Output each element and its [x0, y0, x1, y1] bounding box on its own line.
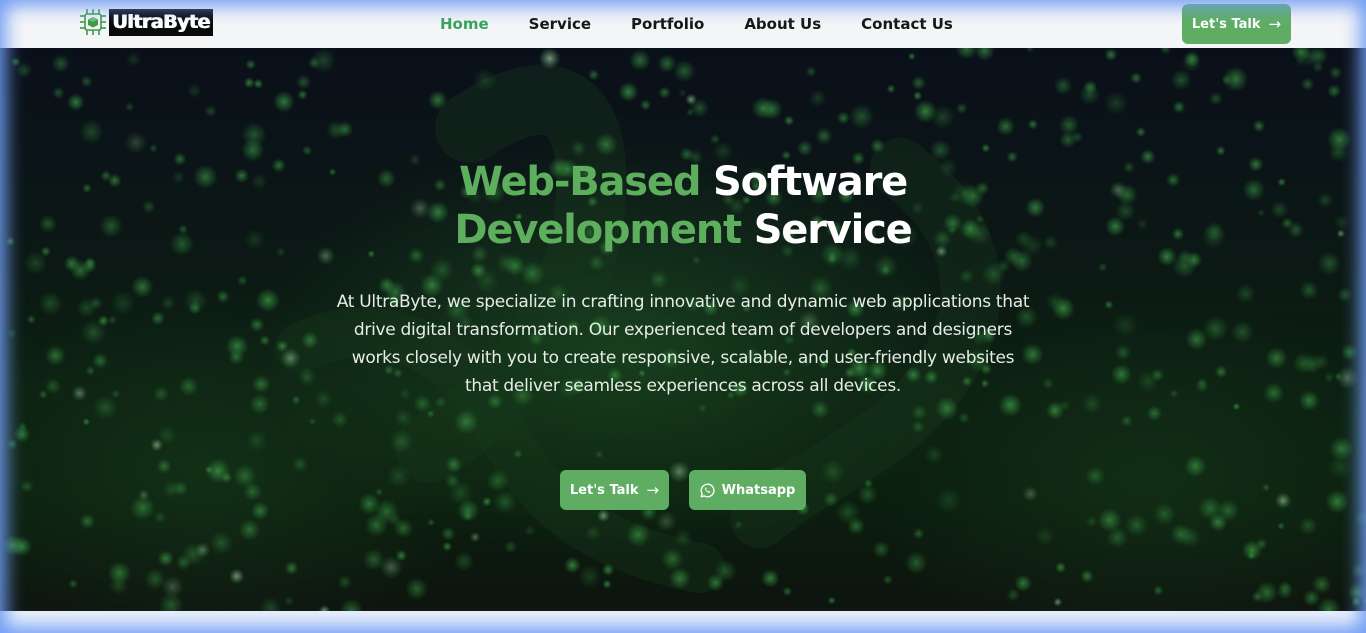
- arrow-right-icon: →: [1268, 15, 1282, 33]
- nav-contact-us[interactable]: Contact Us: [861, 15, 953, 33]
- hero-title-rest-2: Service: [753, 207, 913, 253]
- brand-name: UltraByte: [109, 8, 213, 36]
- hero-title-rest-1: Software: [713, 159, 908, 205]
- whatsapp-button-label: Whatsapp: [721, 482, 796, 498]
- lets-talk-button-nav[interactable]: Let's Talk →: [1182, 4, 1291, 44]
- hero-title-accent-2: Development: [454, 207, 742, 253]
- arrow-right-icon: →: [646, 481, 660, 499]
- below-fold-strip: [0, 611, 1366, 633]
- whatsapp-button[interactable]: Whatsapp: [689, 470, 806, 510]
- whatsapp-icon: [700, 483, 715, 497]
- lets-talk-button-hero[interactable]: Let's Talk →: [560, 470, 669, 510]
- nav-portfolio[interactable]: Portfolio: [631, 15, 704, 33]
- brand-logo[interactable]: UltraByte: [78, 7, 213, 37]
- lets-talk-button-label: Let's Talk: [1191, 16, 1261, 32]
- hero-title: Web-Based Software Development Service: [283, 158, 1083, 254]
- nav-about-us[interactable]: About Us: [744, 15, 821, 33]
- hero-section: Web-Based Software Development Service A…: [0, 48, 1366, 611]
- hero-title-accent-1: Web-Based: [458, 159, 702, 205]
- circuit-chip-icon: [80, 9, 106, 35]
- hero-description: At UltraByte, we specialize in crafting …: [336, 292, 1030, 396]
- lets-talk-hero-label: Let's Talk: [569, 482, 639, 498]
- hero-content: Web-Based Software Development Service A…: [0, 48, 1366, 611]
- nav-service[interactable]: Service: [529, 15, 591, 33]
- navbar: UltraByte Home Service Portfolio About U…: [0, 0, 1366, 48]
- main-nav: Home Service Portfolio About Us Contact …: [440, 0, 993, 48]
- nav-home[interactable]: Home: [440, 15, 489, 33]
